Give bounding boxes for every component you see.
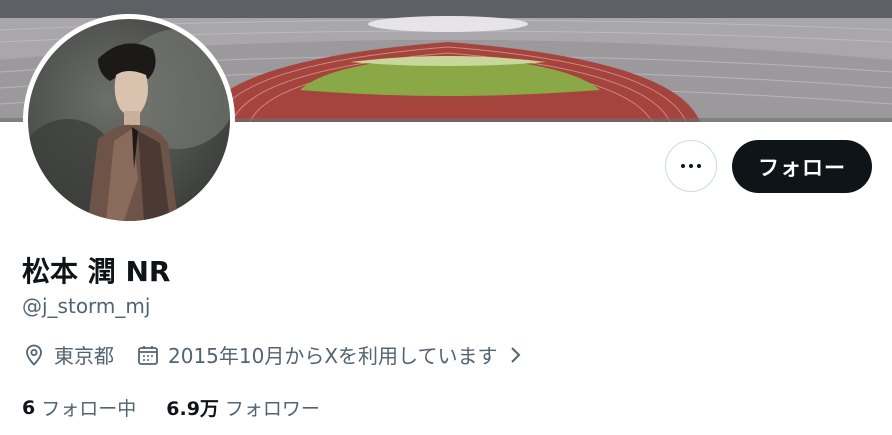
location-pin-icon [22,343,46,367]
location-text: 東京都 [54,344,114,368]
more-options-button[interactable] [665,140,717,192]
profile-handle: @j_storm_mj [22,294,151,318]
location-item: 東京都 [22,340,114,369]
profile-avatar[interactable] [23,14,235,226]
joined-text: 2015年10月からXを利用しています [168,344,498,368]
followers-link[interactable]: 6.9万 フォロワー [166,394,320,421]
chevron-right-icon[interactable] [503,343,527,367]
profile-meta-row: 東京都 2015年10月からXを利用しています [22,340,527,369]
following-label: フォロー中 [41,398,137,420]
following-count: 6 [22,396,36,419]
avatar-photo [28,19,230,221]
follow-button[interactable]: フォロー [732,140,872,193]
followers-count: 6.9万 [166,398,219,420]
profile-display-name: 松本 潤 NR [22,255,171,288]
joined-item: 2015年10月からXを利用しています [136,340,527,369]
calendar-icon [136,343,160,367]
profile-stats: 6 フォロー中 6.9万 フォロワー [22,394,350,421]
more-horizontal-icon [679,164,703,168]
followers-label: フォロワー [224,398,320,420]
following-link[interactable]: 6 フォロー中 [22,394,136,421]
